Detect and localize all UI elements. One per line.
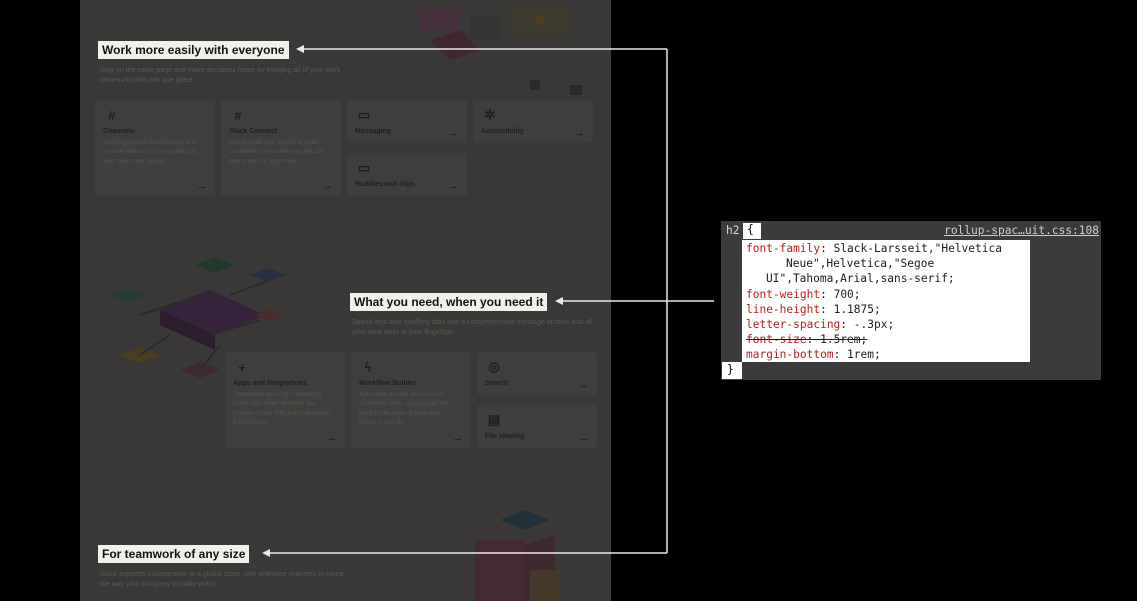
css-line-font-family: font-family: Slack-Larsseit,"Helvetica	[746, 242, 1002, 255]
css-line-line-height: line-height: 1.1875;	[746, 302, 881, 316]
css-selector: h2	[726, 224, 740, 237]
close-brace: }	[722, 362, 742, 379]
css-line-font-family-cont2: UI",Tahoma,Arial,sans-serif;	[766, 272, 955, 286]
css-line-margin-bottom: margin-bottom: 1rem;	[746, 348, 881, 362]
open-brace: {	[743, 223, 761, 239]
css-line-font-size-overridden: font-size: 1.5rem;	[746, 333, 868, 347]
css-line-font-weight: font-weight: 700;	[746, 287, 861, 301]
css-line-letter-spacing: letter-spacing: -.3px;	[746, 318, 895, 332]
css-source-link[interactable]: rollup-spac…uit.css:108	[944, 224, 1099, 237]
css-declarations: font-family: Slack-Larsseit,"Helvetica N…	[742, 240, 1030, 362]
css-line-font-family-cont: Neue",Helvetica,"Segoe	[786, 257, 935, 271]
